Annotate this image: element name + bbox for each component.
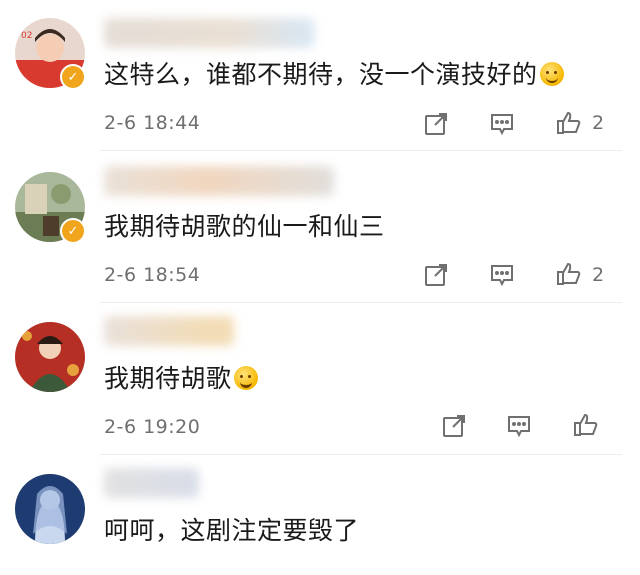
comment-item: 呵呵，这剧注定要毁了 bbox=[0, 0, 640, 575]
avatar[interactable] bbox=[15, 474, 85, 544]
comment-text: 呵呵，这剧注定要毁了 bbox=[104, 516, 360, 545]
username-blurred[interactable] bbox=[104, 468, 199, 498]
